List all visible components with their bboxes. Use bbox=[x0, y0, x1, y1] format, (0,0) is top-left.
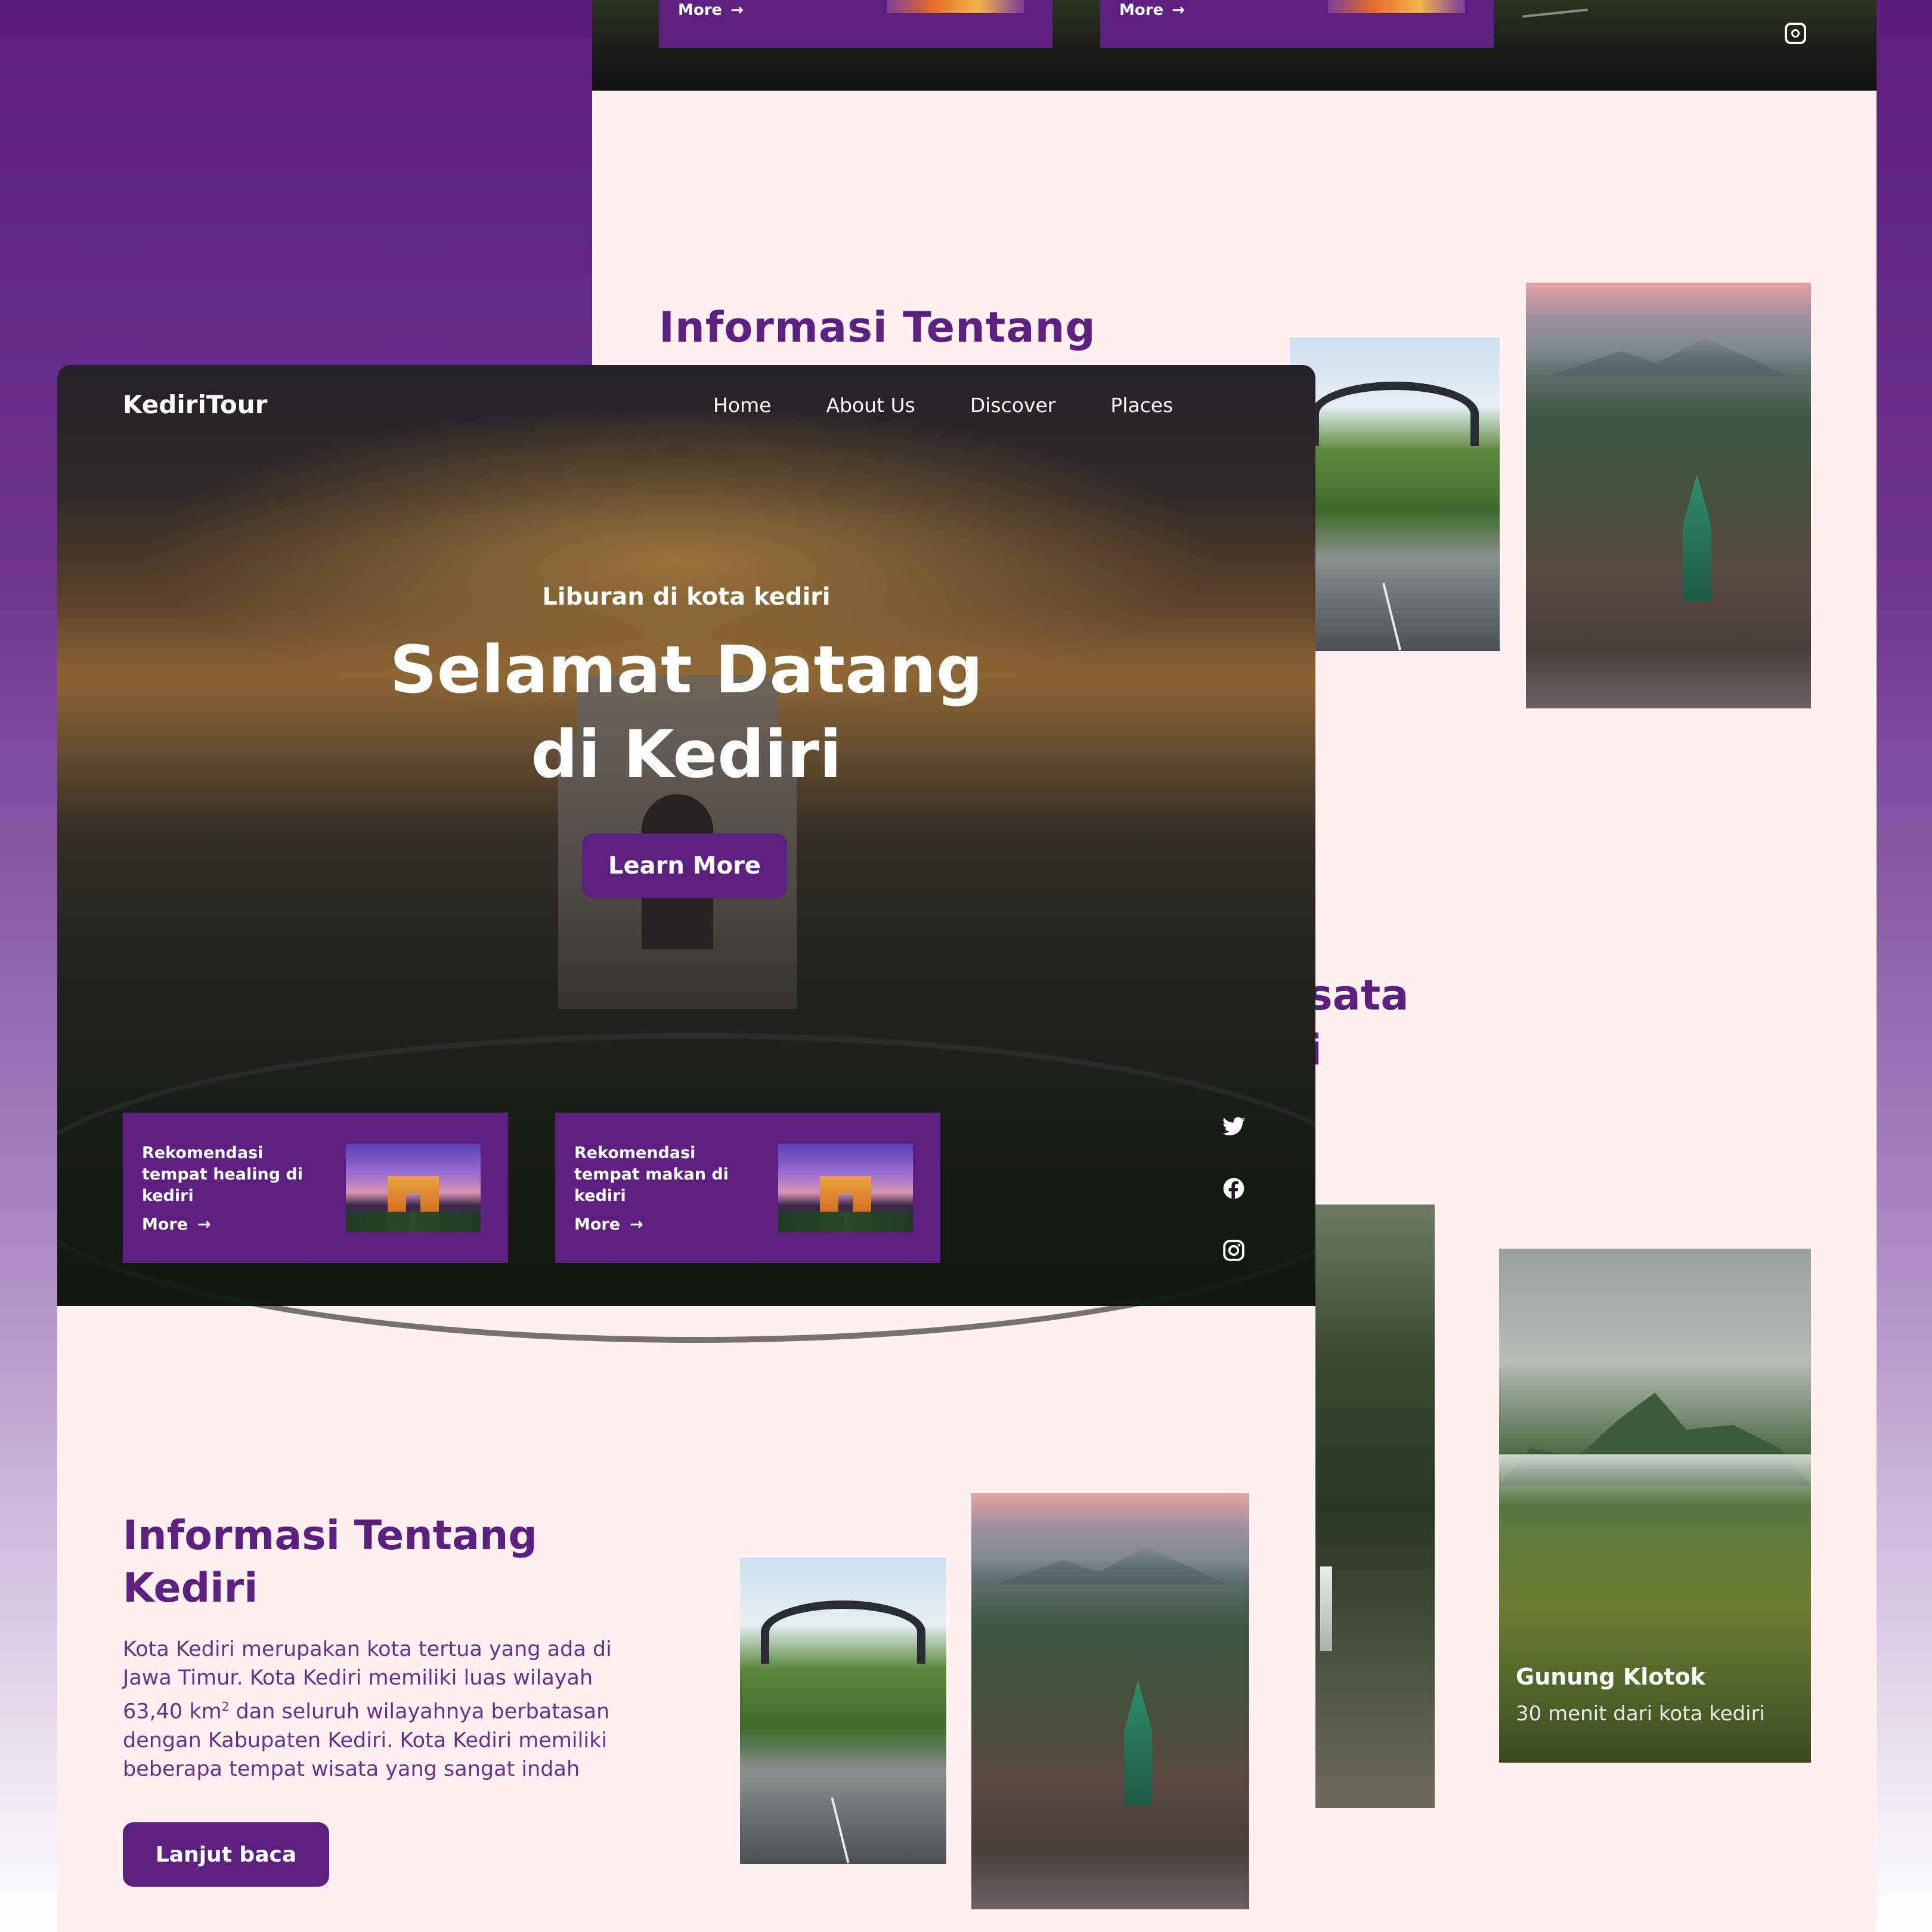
back-hero-bottom: More → More → bbox=[592, 0, 1877, 91]
read-more-button[interactable]: Lanjut baca bbox=[123, 1822, 329, 1887]
card-more-link[interactable]: More → bbox=[142, 1215, 211, 1234]
back-more-link[interactable]: More → bbox=[678, 1, 744, 19]
card-label: Rekomendasi tempat makan di kediri bbox=[574, 1144, 729, 1205]
card-thumbnail bbox=[1328, 0, 1465, 13]
front-page-mockup: KediriTour Home About Us Discover Places… bbox=[57, 365, 1315, 1932]
card-label: Rekomendasi tempat healing di kediri bbox=[142, 1144, 303, 1205]
hero-title-line: di Kediri bbox=[531, 716, 842, 792]
card-more-link[interactable]: More → bbox=[574, 1215, 643, 1234]
nav-home[interactable]: Home bbox=[713, 394, 771, 417]
main-nav: Home About Us Discover Places bbox=[713, 394, 1173, 417]
instagram-icon[interactable] bbox=[1220, 1237, 1247, 1264]
info-title-line: Kediri bbox=[123, 1565, 258, 1612]
back-recommendation-card[interactable]: More → bbox=[659, 0, 1052, 48]
hero-section: KediriTour Home About Us Discover Places… bbox=[57, 365, 1315, 1343]
card-thumbnail bbox=[778, 1144, 913, 1232]
info-title-line: Informasi Tentang bbox=[123, 1512, 538, 1559]
learn-more-button[interactable]: Learn More bbox=[582, 834, 787, 898]
card-thumbnail bbox=[346, 1144, 481, 1232]
nav-about-us[interactable]: About Us bbox=[826, 394, 915, 417]
waterfall-photo bbox=[1315, 1205, 1435, 1808]
hero-title: Selamat Datang di Kediri bbox=[57, 627, 1315, 797]
place-subtitle: 30 menit dari kota kediri bbox=[1516, 1702, 1765, 1726]
recommendation-card-healing[interactable]: Rekomendasi tempat healing di kediri Mor… bbox=[123, 1113, 508, 1263]
recommendation-card-food[interactable]: Rekomendasi tempat makan di kediri More → bbox=[555, 1113, 940, 1263]
nav-discover[interactable]: Discover bbox=[970, 394, 1056, 417]
place-card-gunung-klotok[interactable]: Gunung Klotok 30 menit dari kota kediri bbox=[1499, 1249, 1811, 1763]
aerial-city-photo bbox=[971, 1493, 1249, 1909]
info-title: Informasi Tentang Kediri bbox=[123, 1510, 660, 1615]
twitter-icon[interactable] bbox=[1220, 1113, 1247, 1140]
aerial-city-photo bbox=[1526, 283, 1811, 708]
hero-subtitle: Liburan di kota kediri bbox=[542, 583, 831, 611]
card-thumbnail bbox=[887, 0, 1024, 13]
back-more-link[interactable]: More → bbox=[1119, 1, 1185, 19]
facebook-icon[interactable] bbox=[1220, 1175, 1247, 1202]
hero-title-line: Selamat Datang bbox=[389, 631, 983, 708]
instagram-icon[interactable] bbox=[1785, 23, 1806, 44]
street-gate-photo bbox=[740, 1558, 946, 1864]
back-info-heading: Informasi Tentang bbox=[659, 303, 1096, 352]
arrow-right-icon: → bbox=[197, 1215, 211, 1234]
street-gate-photo bbox=[1290, 338, 1500, 651]
back-partial-heading: sata bbox=[1308, 971, 1409, 1020]
place-title: Gunung Klotok bbox=[1516, 1664, 1705, 1690]
road-marking bbox=[1522, 8, 1588, 18]
arrow-right-icon: → bbox=[630, 1215, 643, 1234]
info-paragraph: Kota Kediri merupakan kota tertua yang a… bbox=[123, 1637, 612, 1781]
back-recommendation-card[interactable]: More → bbox=[1100, 0, 1494, 48]
arrow-right-icon: → bbox=[730, 1, 744, 19]
site-logo[interactable]: KediriTour bbox=[123, 390, 267, 419]
nav-places[interactable]: Places bbox=[1110, 394, 1173, 417]
arrow-right-icon: → bbox=[1172, 1, 1185, 19]
